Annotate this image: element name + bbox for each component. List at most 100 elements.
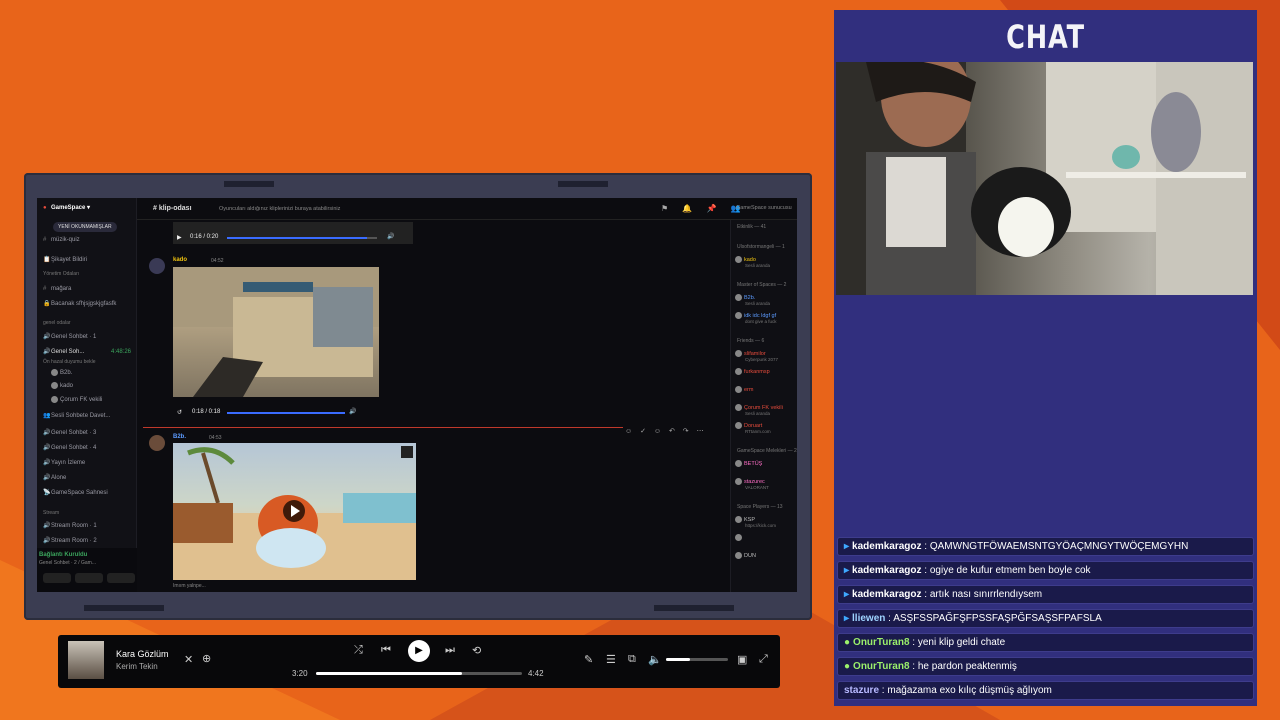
platform-badge-icon: ● — [844, 661, 851, 672]
sidebar-item[interactable]: 📡GameSpace Sahnesi — [43, 488, 108, 498]
member-item[interactable]: KSP https://kick.com — [735, 516, 776, 529]
sidebar-category[interactable]: Yönetim Odaları — [43, 269, 79, 279]
repeat-icon[interactable]: ⟲ — [472, 644, 481, 657]
video-seekbar[interactable] — [227, 412, 345, 414]
video-volume-icon[interactable]: 🔊 — [387, 233, 394, 243]
sidebar-item[interactable]: 🔊Yayın İzleme — [43, 458, 85, 468]
video-thumbnail[interactable] — [173, 443, 416, 580]
member-item[interactable]: stazurec VALORANT — [735, 478, 769, 491]
sidebar-item[interactable]: 🔊Stream Room · 1 — [43, 521, 97, 531]
chat-username[interactable]: kademkaragoz — [852, 541, 921, 552]
avatar — [735, 460, 742, 467]
sidebar-item[interactable]: 🔊Genel Sohbet · 4 — [43, 443, 96, 453]
sidebar-item[interactable]: 🔊Genel Sohbet · 1 — [43, 332, 96, 342]
sidebar-item[interactable]: kado — [51, 381, 73, 391]
chat-username[interactable]: lliewen — [852, 613, 885, 624]
chat-message: ● OnurTuran8 : he pardon peaktenmiş — [837, 657, 1254, 676]
video-volume-icon[interactable]: 🔊 — [349, 408, 356, 418]
lyrics-icon[interactable]: ✎ — [584, 653, 593, 666]
previous-icon[interactable]: ⏮ — [381, 644, 391, 657]
avatar — [735, 404, 742, 411]
sidebar-item[interactable]: # müzik-quiz — [43, 235, 80, 245]
sidebar-item[interactable]: 🔒Bacanak sfhjsjgskjgfasfk — [43, 299, 116, 309]
track-title[interactable]: Kara Gözlüm — [116, 649, 169, 659]
sidebar-item[interactable]: 🔊Genel Soh... — [43, 347, 84, 357]
member-item[interactable]: BETÜŞ — [735, 460, 762, 473]
chat-username[interactable]: OnurTuran8 — [853, 661, 909, 672]
channel-topic: Oyuncuları aldığınız kliplerinizi buraya… — [219, 206, 341, 212]
message-author[interactable]: B2b. — [173, 434, 186, 440]
member-item[interactable]: Doruart RTtanm.com — [735, 422, 771, 435]
member-item[interactable]: furkanmsp — [735, 368, 770, 381]
volume-icon[interactable]: 🔈 — [648, 653, 662, 666]
video-seekbar[interactable] — [227, 237, 377, 239]
channel-header-icons[interactable]: ⚑ 🔔 📌 👥 — [661, 204, 747, 213]
sidebar-item[interactable]: 🔊Stream Room · 2 — [43, 536, 97, 546]
devices-icon[interactable]: ⧉ — [628, 653, 636, 666]
screen-share-button[interactable] — [107, 573, 135, 583]
avatar — [51, 368, 58, 376]
album-cover[interactable] — [68, 641, 104, 679]
video-replay-button[interactable]: ↺ — [177, 409, 182, 419]
member-item[interactable]: B2b. Sesli aranda — [735, 294, 770, 307]
message-reaction-bar[interactable]: ☺ ✓ ☺ ↶ ↷ ⋯ — [625, 427, 707, 435]
sidebar-item[interactable]: # mağara — [43, 284, 71, 294]
avatar — [735, 422, 742, 429]
member-group-header: Space Players — 13 — [737, 504, 783, 510]
chat-username[interactable]: kademkaragoz — [852, 565, 921, 576]
camera-button[interactable] — [43, 573, 71, 583]
chat-message: ▸ kademkaragoz : QAMWNGTFÖWAEMSNTGYÖAÇMNG… — [837, 537, 1254, 556]
volume-slider[interactable] — [666, 658, 728, 661]
sidebar-category[interactable]: genel odalar — [43, 318, 71, 328]
sidebar-item[interactable]: 🔊Genel Sohbet · 3 — [43, 428, 96, 438]
platform-badge-icon: ▸ — [844, 565, 850, 576]
avatar — [735, 552, 742, 559]
message-input-preview[interactable]: Imıım yalnpe... — [173, 583, 206, 589]
webcam-image — [836, 62, 1253, 295]
message-author[interactable]: kado — [173, 257, 187, 263]
member-item[interactable]: slifamilor Cyberpunk 2077 — [735, 350, 778, 363]
add-icon[interactable]: ⊕ — [202, 652, 211, 665]
sidebar-item[interactable]: Çorum FK vekili — [51, 395, 102, 405]
video-play-button[interactable]: ▶ — [177, 234, 182, 244]
platform-badge-icon: ▸ — [844, 589, 850, 600]
sidebar-category[interactable]: Ön hazal duyumu bekle — [43, 357, 96, 367]
sidebar-item[interactable]: B2b. — [51, 368, 72, 378]
track-artist[interactable]: Kerim Tekin — [116, 662, 158, 671]
new-unreads-button[interactable]: YENİ OKUNMAMIŞLAR — [53, 222, 117, 232]
mini-player-icon[interactable]: ▣ — [737, 653, 747, 666]
shuffle-icon[interactable]: ⤮ — [354, 644, 363, 657]
chat-username[interactable]: OnurTuran8 — [853, 637, 909, 648]
chat-message: ▸ kademkaragoz : ogiye de kufur etmem ben… — [837, 561, 1254, 580]
member-item[interactable]: kado Sesli aranda — [735, 256, 770, 269]
avatar — [735, 478, 742, 485]
progress-bar[interactable] — [316, 672, 522, 675]
queue-icon[interactable]: ☰ — [606, 653, 616, 666]
avatar — [735, 368, 742, 375]
fullscreen-icon[interactable]: ⤢ — [759, 653, 768, 666]
sidebar-category[interactable]: Stream — [43, 508, 59, 518]
sidebar-item[interactable]: 📋Şikayet Bildiri — [43, 255, 87, 265]
channel-name: # klip-odası — [153, 205, 192, 212]
close-icon[interactable]: ✕ — [184, 653, 193, 666]
member-item[interactable] — [735, 534, 745, 547]
avatar[interactable] — [149, 435, 165, 451]
avatar — [51, 395, 58, 403]
play-button[interactable]: ▶ — [408, 640, 430, 662]
member-item[interactable]: idk idc ldgf gf dont give a fuck — [735, 312, 777, 325]
server-name[interactable]: ● GameSpace ▾ — [43, 203, 90, 213]
activity-button[interactable] — [75, 573, 103, 583]
next-icon[interactable]: ⏭ — [445, 644, 455, 657]
chat-text: ASŞFSSPAĞFŞFPSSFAŞPĞFSAŞSFPAFSLA — [893, 613, 1102, 624]
sidebar-item[interactable]: 👥Sesli Sohbete Davet... — [43, 411, 110, 421]
chat-username[interactable]: kademkaragoz — [852, 589, 921, 600]
chat-username[interactable]: stazure — [844, 685, 879, 696]
voice-status-sub: Genel Sohbet · 2 / Gam... — [39, 560, 96, 566]
member-item[interactable]: erm — [735, 386, 753, 399]
avatar[interactable] — [149, 258, 165, 274]
video-thumbnail[interactable] — [173, 267, 379, 397]
channel-icon: 🔊 — [43, 475, 51, 481]
member-item[interactable]: Çorum FK vekili Sesli aranda — [735, 404, 783, 417]
member-item[interactable]: DUN — [735, 552, 756, 565]
sidebar-item[interactable]: 🔊Alone — [43, 473, 66, 483]
